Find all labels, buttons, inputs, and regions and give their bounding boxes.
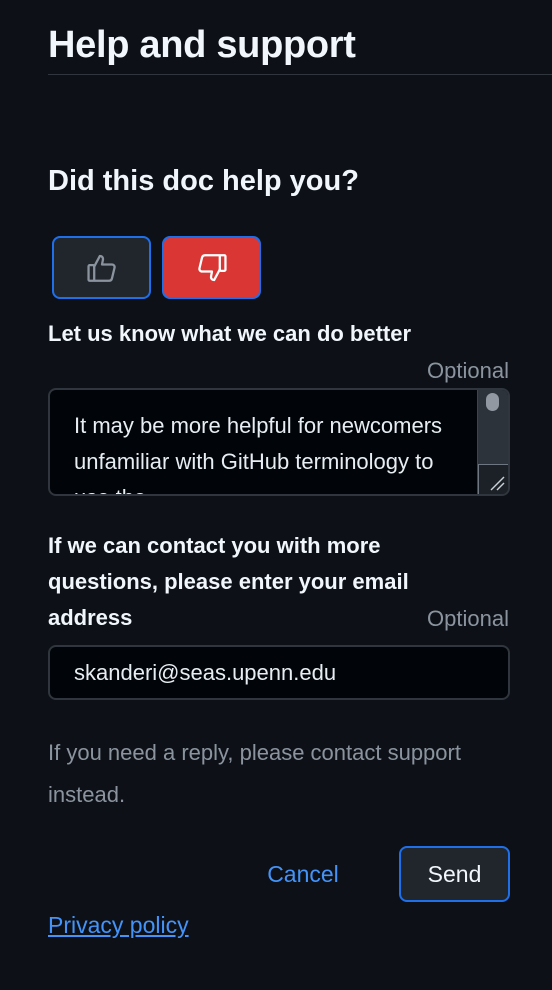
- contact-label: If we can contact you with more question…: [48, 533, 409, 630]
- help-and-support-panel: Help and support Did this doc help you? …: [0, 0, 552, 990]
- title-divider: [48, 74, 552, 75]
- thumbs-down-icon: [197, 253, 227, 281]
- send-button[interactable]: Send: [399, 846, 510, 902]
- improve-label: Let us know what we can do better: [48, 321, 412, 346]
- page-title: Help and support: [48, 24, 356, 66]
- privacy-policy-link[interactable]: Privacy policy: [48, 908, 189, 942]
- thumbs-up-button[interactable]: [52, 236, 151, 299]
- reply-note: If you need a reply, please contact supp…: [48, 740, 461, 807]
- improve-optional-label: Optional: [427, 358, 509, 383]
- thumbs-down-button[interactable]: [162, 236, 261, 299]
- feedback-textarea-value: It may be more helpful for newcomers unf…: [74, 413, 443, 494]
- cancel-button[interactable]: Cancel: [256, 847, 350, 902]
- thumbs-up-icon: [86, 254, 116, 282]
- feedback-textarea[interactable]: It may be more helpful for newcomers unf…: [48, 388, 510, 496]
- email-field[interactable]: [48, 645, 510, 700]
- resize-grip-icon: [490, 476, 505, 491]
- resize-handle-icon[interactable]: [478, 464, 508, 494]
- contact-optional-label: Optional: [427, 606, 509, 631]
- scrollbar-thumb[interactable]: [486, 393, 499, 411]
- feedback-question: Did this doc help you?: [48, 165, 359, 197]
